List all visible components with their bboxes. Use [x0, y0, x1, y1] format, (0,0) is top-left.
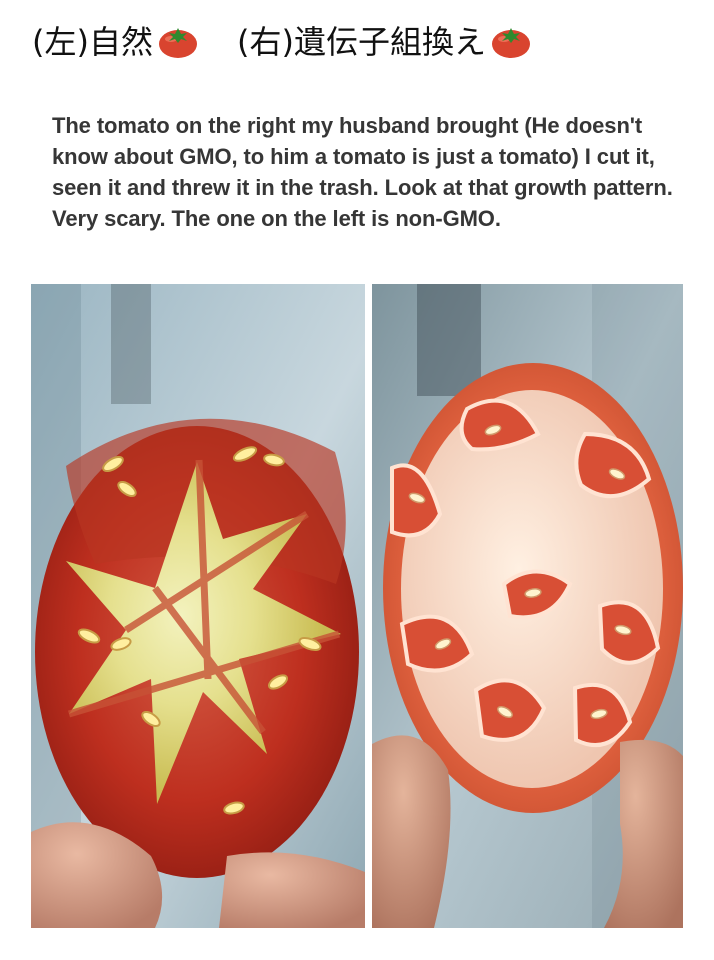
left-caption: (左)自然: [32, 25, 199, 59]
left-caption-text: (左)自然: [32, 23, 153, 61]
right-caption: (右)遺伝子組換え: [237, 25, 532, 59]
tomato-emoji-icon: [491, 28, 530, 58]
caption-row: (左)自然 (右)遺伝子組換え: [32, 18, 694, 66]
tomato-emoji-icon: [158, 28, 197, 58]
right-tomato-photo: [372, 284, 683, 928]
right-caption-text: (右)遺伝子組換え: [236, 23, 486, 61]
post-text: The tomato on the right my husband broug…: [52, 113, 673, 231]
left-tomato-photo: [31, 284, 365, 928]
